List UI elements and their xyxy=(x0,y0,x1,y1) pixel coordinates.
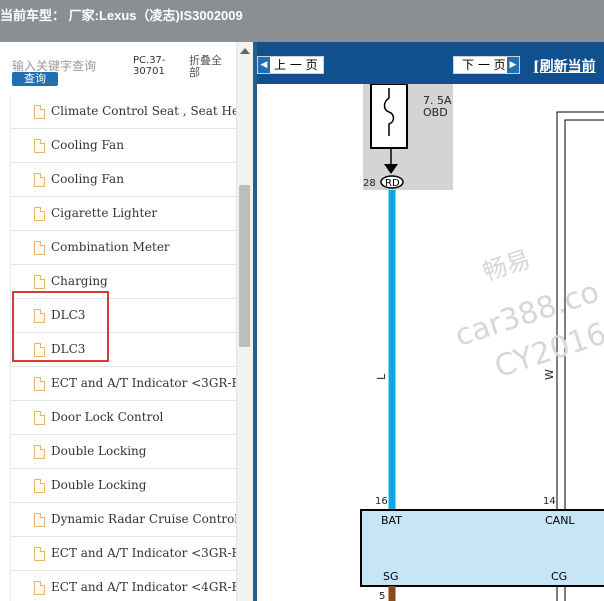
scroll-up-arrow-icon[interactable] xyxy=(240,48,250,54)
refresh-link[interactable]: [刷新当前 xyxy=(533,56,596,76)
tree-line xyxy=(10,163,11,197)
tree-line xyxy=(10,197,11,231)
tree-item[interactable]: Double Locking xyxy=(10,435,236,469)
tree-line xyxy=(10,469,11,503)
document-icon xyxy=(34,479,45,493)
pin-sg-number: 5 xyxy=(379,591,385,601)
tree-item[interactable]: Cooling Fan xyxy=(10,163,236,197)
connector-color: RD xyxy=(385,178,400,189)
document-icon xyxy=(34,547,45,561)
document-icon xyxy=(34,173,45,187)
sidebar-scrollbar[interactable] xyxy=(236,42,253,601)
tree-item-label: Charging xyxy=(51,274,108,288)
wiring-diagram-svg: 7. 5A OBD RD 28 L W 16 14 BAT CANL SG CG… xyxy=(360,84,604,601)
tree-item[interactable]: Cigarette Lighter xyxy=(10,197,236,231)
tree-item[interactable]: Combination Meter xyxy=(10,231,236,265)
pin-canl-number: 14 xyxy=(543,496,556,507)
terminal-bat: BAT xyxy=(381,514,402,527)
document-icon xyxy=(34,139,45,153)
tree-item-label: Cooling Fan xyxy=(51,172,124,186)
tree-item[interactable]: Climate Control Seat , Seat Heater xyxy=(10,95,236,129)
document-icon xyxy=(34,513,45,527)
tree-item-dlc3[interactable]: DLC3 xyxy=(10,299,236,333)
query-button[interactable]: 查询 xyxy=(12,72,58,86)
scroll-thumb[interactable] xyxy=(239,185,250,347)
document-icon xyxy=(34,411,45,425)
tree-line xyxy=(10,299,11,333)
pc-code: PC.37-30701 xyxy=(133,55,166,77)
tree-line xyxy=(10,333,11,367)
tree-item-label: Door Lock Control xyxy=(51,410,164,424)
wiring-diagram: 7. 5A OBD RD 28 L W 16 14 BAT CANL SG CG… xyxy=(257,84,604,601)
document-icon xyxy=(34,309,45,323)
terminal-sg: SG xyxy=(383,570,399,583)
tree-item[interactable]: Double Locking xyxy=(10,469,236,503)
connector-pin: 28 xyxy=(363,178,376,189)
window-title: 当前车型： 厂家:Lexus（凌志)IS3002009 xyxy=(0,8,243,23)
tree-line xyxy=(10,537,11,571)
tree-line xyxy=(10,129,11,163)
title-bar: 当前车型： 厂家:Lexus（凌志)IS3002009 xyxy=(0,0,604,42)
document-icon xyxy=(34,343,45,357)
terminal-canl: CANL xyxy=(545,514,575,527)
tree-line xyxy=(10,401,11,435)
arrow-right-icon: ▶ xyxy=(507,57,519,73)
watermark-line-1: 畅易 xyxy=(479,245,533,286)
arrow-left-icon: ◀ xyxy=(258,57,270,73)
document-icon xyxy=(34,377,45,391)
terminal-cg: CG xyxy=(551,570,567,583)
document-icon xyxy=(34,581,45,595)
watermark: 畅易 car388.co CY2016 xyxy=(451,245,604,385)
tree-item[interactable]: Dynamic Radar Cruise Control xyxy=(10,503,236,537)
viewer-toolbar: ◀ 上 一 页 下 一 页 ▶ [刷新当前 xyxy=(257,42,604,84)
tree-line xyxy=(10,503,11,537)
tree-item-label: ECT and A/T Indicator <4GR-FSE> xyxy=(51,580,236,594)
tree-line xyxy=(10,435,11,469)
tree-item-label: Dynamic Radar Cruise Control xyxy=(51,512,236,526)
tree-line xyxy=(10,265,11,299)
document-tree: Climate Control Seat , Seat Heater Cooli… xyxy=(10,95,236,601)
tree-item-label: DLC3 xyxy=(51,308,86,322)
tree-item[interactable]: ECT and A/T Indicator <3GR-FE> xyxy=(10,367,236,401)
prev-page-label: 上 一 页 xyxy=(274,58,318,72)
sidebar: 查询 PC.37-30701 折叠全部 Climate Control Seat… xyxy=(0,42,253,601)
document-icon xyxy=(34,207,45,221)
document-icon xyxy=(34,241,45,255)
tree-item[interactable]: Door Lock Control xyxy=(10,401,236,435)
tree-item[interactable]: Cooling Fan xyxy=(10,129,236,163)
next-page-label: 下 一 页 xyxy=(462,58,506,72)
tree-line xyxy=(10,367,11,401)
tree-item-dlc3[interactable]: DLC3 xyxy=(10,333,236,367)
tree-line xyxy=(10,571,11,601)
tree-item-label: Combination Meter xyxy=(51,240,170,254)
wire-left-label: L xyxy=(375,373,388,380)
tree-line xyxy=(10,95,11,129)
document-icon xyxy=(34,275,45,289)
tree-item-label: DLC3 xyxy=(51,342,86,356)
tree-item-label: ECT and A/T Indicator <3GR-FE> xyxy=(51,546,236,560)
tree-item[interactable]: Charging xyxy=(10,265,236,299)
next-page-button[interactable]: 下 一 页 ▶ xyxy=(453,56,520,74)
collapse-all-button[interactable]: 折叠全部 xyxy=(189,55,229,79)
tree-line xyxy=(10,231,11,265)
tree-item-label: Climate Control Seat , Seat Heater xyxy=(51,104,236,118)
pin-bat-number: 16 xyxy=(375,496,388,507)
document-icon xyxy=(34,105,45,119)
fuse-name: OBD xyxy=(423,106,448,119)
prev-page-button[interactable]: ◀ 上 一 页 xyxy=(257,56,324,74)
tree-item-label: Double Locking xyxy=(51,444,147,458)
document-icon xyxy=(34,445,45,459)
tree-item-label: Double Locking xyxy=(51,478,147,492)
tree-item[interactable]: ECT and A/T Indicator <3GR-FE> xyxy=(10,537,236,571)
tree-item-label: Cooling Fan xyxy=(51,138,124,152)
tree-item[interactable]: ECT and A/T Indicator <4GR-FSE> xyxy=(10,571,236,601)
tree-item-label: Cigarette Lighter xyxy=(51,206,158,220)
tree-item-label: ECT and A/T Indicator <3GR-FE> xyxy=(51,376,236,390)
